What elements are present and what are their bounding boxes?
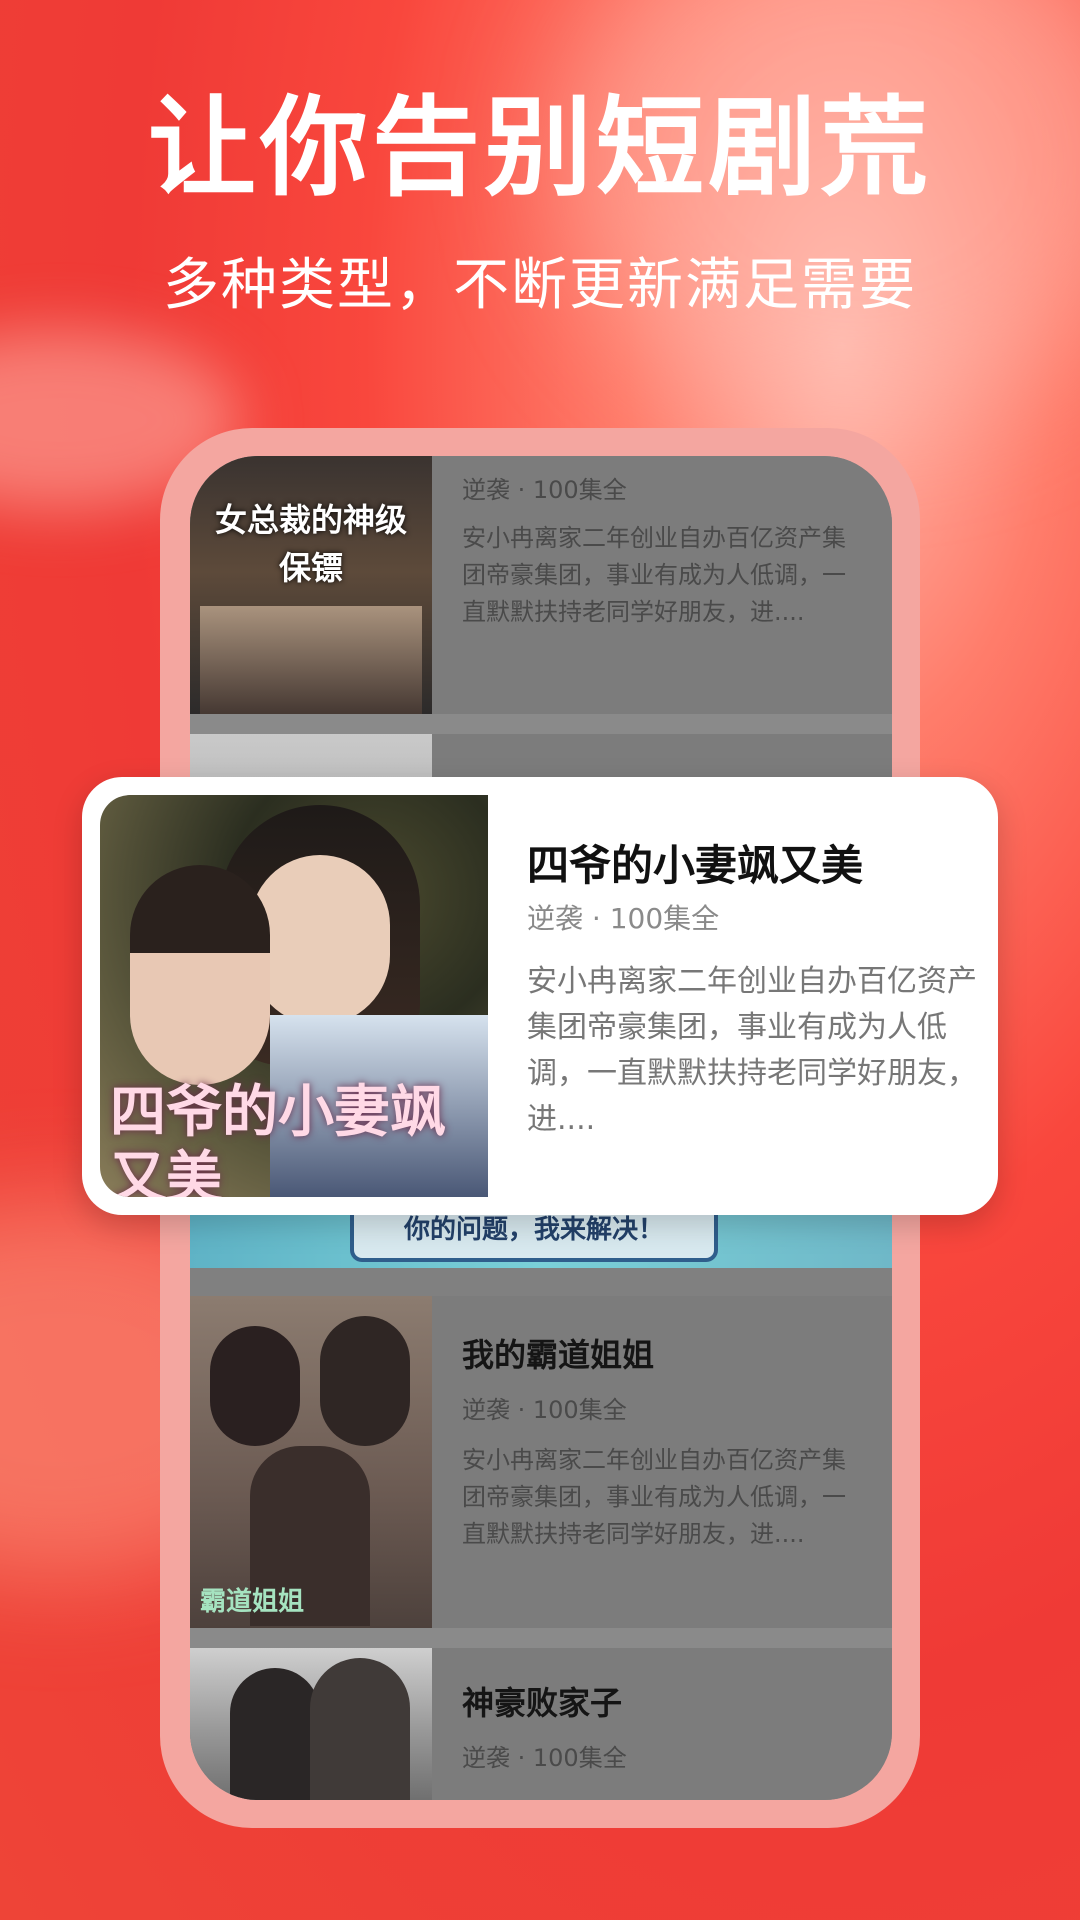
headline: 让你告别短剧荒 (147, 86, 932, 211)
drama-poster (190, 1648, 432, 1800)
featured-description: 安小冉离家二年创业自办百亿资产集团帝豪集团，事业有成为人低调，一直默默扶持老同学… (527, 964, 977, 1137)
divider (190, 714, 892, 734)
drama-poster: 霸道姐姐 (190, 1296, 432, 1628)
divider (190, 1628, 892, 1648)
drama-meta: 逆袭 · 100集全 (462, 476, 627, 504)
featured-title: 四爷的小妻飒又美 (527, 841, 864, 890)
promo-page: 让你告别短剧荒 多种类型，不断更新满足需要 女总裁的神级保镖 逆袭 · 100集… (0, 0, 1080, 1920)
drama-meta: 逆袭 · 100集全 (462, 1396, 627, 1424)
featured-meta: 逆袭 · 100集全 (527, 902, 720, 935)
drama-description: 安小冉离家二年创业自办百亿资产集团帝豪集团，事业有成为人低调，一直默默扶持老同学… (462, 524, 846, 626)
poster-figure (210, 1326, 300, 1446)
poster-title: 霸道姐姐 (200, 1587, 305, 1617)
poster-title: 四爷的小妻飒又美 (110, 1080, 446, 1197)
list-item[interactable]: 女总裁的神级保镖 逆袭 · 100集全 安小冉离家二年创业自办百亿资产集团帝豪集… (190, 456, 892, 714)
subheadline: 多种类型，不断更新满足需要 (163, 253, 917, 318)
promo-banner-text: 你的问题，我来解决！ (350, 1208, 718, 1262)
drama-meta: 逆袭 · 100集全 (462, 1744, 627, 1772)
poster-figure (230, 1668, 320, 1800)
poster-cast-image (200, 606, 422, 714)
list-item[interactable]: 霸道姐姐 我的霸道姐姐 逆袭 · 100集全 安小冉离家二年创业自办百亿资产集团… (190, 1296, 892, 1628)
drama-title: 神豪败家子 (462, 1684, 623, 1722)
drama-title: 我的霸道姐姐 (462, 1336, 655, 1374)
poster-figure (320, 1316, 410, 1446)
drama-poster: 女总裁的神级保镖 (190, 456, 432, 714)
drama-description: 安小冉离家二年创业自办百亿资产集团帝豪集团，事业有成为人低调，一直默默扶持老同学… (462, 1446, 846, 1548)
poster-figure (130, 865, 270, 1085)
poster-title: 女总裁的神级保镖 (214, 501, 407, 587)
list-item[interactable]: 神豪败家子 逆袭 · 100集全 (190, 1648, 892, 1800)
featured-drama-card[interactable]: 四爷的小妻飒又美 四爷的小妻飒又美 逆袭 · 100集全 安小冉离家二年创业自办… (82, 777, 998, 1215)
poster-figure (310, 1658, 410, 1800)
poster-figure (250, 855, 390, 1025)
featured-poster: 四爷的小妻飒又美 (100, 795, 488, 1197)
